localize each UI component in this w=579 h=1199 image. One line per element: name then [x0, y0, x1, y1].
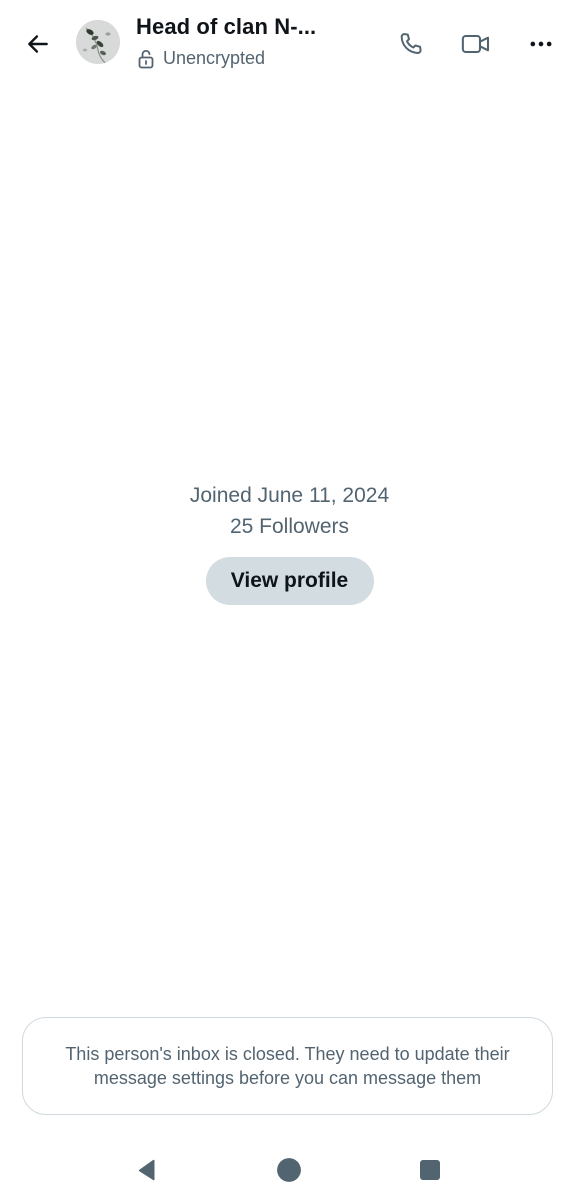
system-home-button[interactable] — [269, 1150, 309, 1190]
avatar[interactable] — [76, 20, 120, 64]
view-profile-button[interactable]: View profile — [205, 557, 374, 605]
followers-count: 25 Followers — [229, 515, 350, 538]
dm-conversation-screen: Head of clan N-... Unencrypted Joined Ju… — [0, 0, 579, 1199]
more-horizontal-icon — [530, 41, 552, 47]
unlocked-padlock-icon — [137, 49, 155, 69]
video-camera-icon — [461, 34, 490, 54]
square-recents-icon — [420, 1160, 440, 1180]
arrow-left-icon — [28, 35, 48, 53]
triangle-back-icon — [138, 1159, 155, 1181]
system-navigation-bar — [0, 1140, 579, 1199]
voice-call-button[interactable] — [393, 26, 429, 62]
inbox-closed-notice: This person's inbox is closed. They need… — [22, 1017, 553, 1115]
conversation-title[interactable]: Head of clan N-... — [136, 14, 316, 40]
encryption-status-label: Unencrypted — [163, 48, 266, 68]
joined-date: Joined June 11, 2024 — [189, 484, 390, 507]
video-call-button[interactable] — [458, 26, 494, 62]
conversation-header: Head of clan N-... Unencrypted — [0, 0, 579, 90]
back-button[interactable] — [20, 26, 56, 62]
avatar-image — [76, 20, 120, 64]
more-options-button[interactable] — [523, 26, 559, 62]
system-back-button[interactable] — [128, 1150, 168, 1190]
system-recents-button[interactable] — [410, 1150, 450, 1190]
profile-summary: Joined June 11, 2024 25 Followers View p… — [0, 480, 579, 605]
phone-icon — [400, 33, 422, 54]
circle-home-icon — [277, 1158, 301, 1182]
encryption-status: Unencrypted — [137, 48, 265, 69]
inbox-closed-text: This person's inbox is closed. They need… — [65, 1044, 510, 1088]
